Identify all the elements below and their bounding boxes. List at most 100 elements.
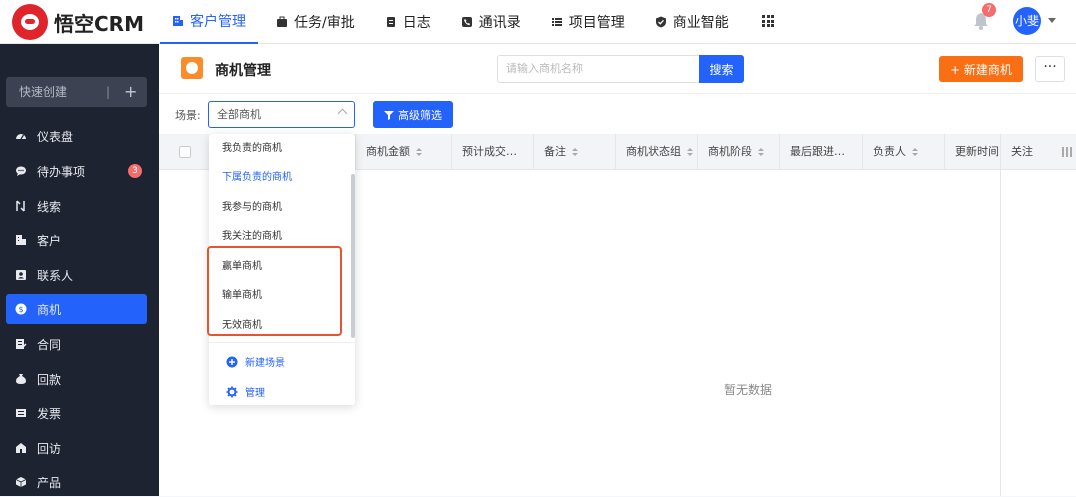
top-nav: 客户管理 任务/审批 日志 通讯录 项目管理 商业智能 <box>160 0 747 44</box>
sidebar-item-label: 合同 <box>37 337 62 352</box>
search-button[interactable]: 搜索 <box>699 55 744 83</box>
nav-logs[interactable]: 日志 <box>373 0 443 44</box>
column-header[interactable]: 负责人 <box>862 134 944 170</box>
todo-count-badge: 3 <box>128 164 142 178</box>
contract-icon <box>16 339 27 349</box>
page-header: 商机管理 搜索 + 新建商机 ··· <box>159 44 1076 94</box>
list-icon <box>551 18 562 26</box>
invoice-icon <box>16 409 26 417</box>
building-icon <box>173 16 183 26</box>
scene-select-value: 全部商机 <box>217 108 261 121</box>
manage-label: 管理 <box>245 388 265 399</box>
dropdown-scrollbar[interactable] <box>351 174 355 338</box>
scene-option[interactable]: 下属负责的商机 <box>222 168 292 183</box>
fixed-column-divider <box>1000 170 1001 496</box>
sidebar-item-dashboard[interactable]: 仪表盘 <box>6 121 147 151</box>
opportunity-icon <box>181 57 203 79</box>
sidebar-item-label: 线索 <box>37 199 62 214</box>
dashboard-icon <box>16 134 26 140</box>
quick-create-label: 快速创建 <box>19 85 68 99</box>
new-scene-button[interactable]: 新建场景 <box>226 354 285 369</box>
more-options-button[interactable]: ··· <box>1035 56 1065 82</box>
column-header[interactable]: 备注 <box>533 134 615 170</box>
sidebar-item-contacts[interactable]: 联系人 <box>6 260 147 290</box>
column-header[interactable]: 预计成交… <box>451 134 533 170</box>
apps-grid-icon[interactable] <box>762 15 774 27</box>
sidebar-item-return-visits[interactable]: 回访 <box>6 433 147 463</box>
sidebar-item-todo[interactable]: 待办事项 3 <box>6 156 147 186</box>
nav-contacts-book[interactable]: 通讯录 <box>449 0 533 44</box>
quick-create-separator: | <box>106 85 111 99</box>
sidebar-item-label: 客户 <box>37 233 62 248</box>
manage-scenes-button[interactable]: 管理 <box>226 384 265 399</box>
sidebar-item-contracts[interactable]: 合同 <box>6 329 147 359</box>
filter-icon <box>384 110 394 120</box>
new-opportunity-button[interactable]: + 新建商机 <box>939 56 1023 82</box>
sort-icon[interactable] <box>572 147 578 157</box>
nav-label: 任务/审批 <box>294 15 355 31</box>
column-header[interactable]: 商机状态组 <box>615 134 697 170</box>
sort-icon[interactable] <box>687 147 693 157</box>
nav-label: 商业智能 <box>672 15 729 31</box>
logo-text: 悟空CRM <box>54 11 144 36</box>
sidebar-item-invoices[interactable]: 发票 <box>6 398 147 428</box>
scene-select[interactable]: 全部商机 <box>208 101 355 128</box>
sort-icon[interactable] <box>758 147 764 157</box>
sort-icon[interactable] <box>416 147 422 157</box>
search-input[interactable] <box>497 55 699 83</box>
select-all-checkbox[interactable] <box>179 146 191 158</box>
monkey-logo-icon <box>12 4 48 40</box>
customer-icon <box>16 235 26 245</box>
sidebar-item-label: 发票 <box>37 406 62 421</box>
notification-badge: 7 <box>982 3 996 17</box>
phone-icon <box>461 17 472 27</box>
nav-label: 日志 <box>402 15 431 31</box>
logo[interactable]: 悟空CRM <box>12 4 144 40</box>
sidebar-item-label: 产品 <box>37 475 62 490</box>
sidebar-item-opportunities[interactable]: $ 商机 <box>6 294 147 324</box>
plus-circle-icon <box>226 356 238 367</box>
nav-project-management[interactable]: 项目管理 <box>539 0 637 44</box>
nav-business-intelligence[interactable]: 商业智能 <box>643 0 741 44</box>
sidebar-item-label: 商机 <box>37 302 62 317</box>
column-header[interactable]: 商机金额 <box>355 134 437 170</box>
advanced-filter-label: 高级筛选 <box>398 108 442 122</box>
nav-label: 项目管理 <box>568 15 625 31</box>
nav-customer-management[interactable]: 客户管理 <box>160 0 258 44</box>
empty-state-text: 暂无数据 <box>724 383 773 397</box>
shield-check-icon <box>655 16 666 28</box>
nav-tasks-approvals[interactable]: 任务/审批 <box>264 0 367 44</box>
column-settings-icon[interactable] <box>1062 147 1072 157</box>
sidebar-item-customers[interactable]: 客户 <box>6 225 147 255</box>
sidebar-item-label: 仪表盘 <box>37 129 74 144</box>
chevron-up-icon <box>337 108 348 119</box>
chevron-down-icon[interactable] <box>1048 18 1056 23</box>
filter-bar: 场景: 全部商机 高级筛选 <box>159 94 1076 134</box>
page-title: 商机管理 <box>215 63 271 79</box>
column-header[interactable]: 关注 <box>1000 134 1050 170</box>
column-header[interactable]: 最后跟进… <box>779 134 862 170</box>
sort-icon[interactable] <box>912 147 918 157</box>
scene-option[interactable]: 我负责的商机 <box>222 139 282 154</box>
top-bar: 悟空CRM 客户管理 任务/审批 日志 通讯录 项目管理 商业智能 7 小斐 <box>0 0 1076 44</box>
divider <box>209 342 355 343</box>
briefcase-icon <box>277 16 287 27</box>
new-scene-label: 新建场景 <box>245 358 285 369</box>
product-icon <box>15 477 27 487</box>
scene-option[interactable]: 我关注的商机 <box>222 227 282 242</box>
sidebar-item-leads[interactable]: 线索 <box>6 191 147 221</box>
column-header[interactable]: 商机阶段 <box>697 134 779 170</box>
gear-icon <box>226 386 238 397</box>
sidebar-item-payments[interactable]: 回款 <box>6 364 147 394</box>
sidebar: 快速创建 | + 仪表盘 待办事项 3 线索 客户 联系人 $ 商机 合同 回款… <box>0 44 159 496</box>
column-header[interactable]: 更新时间 <box>944 134 1001 170</box>
opportunity-icon: $ <box>15 303 27 315</box>
quick-create-button[interactable]: 快速创建 | + <box>6 77 147 107</box>
sidebar-item-products[interactable]: 产品 <box>6 467 147 497</box>
plus-icon[interactable]: + <box>124 77 137 107</box>
scene-option[interactable]: 我参与的商机 <box>222 198 282 213</box>
advanced-filter-button[interactable]: 高级筛选 <box>373 101 453 128</box>
svg-text:$: $ <box>18 305 23 314</box>
highlight-annotation-box <box>207 246 342 336</box>
user-avatar[interactable]: 小斐 <box>1013 7 1041 35</box>
